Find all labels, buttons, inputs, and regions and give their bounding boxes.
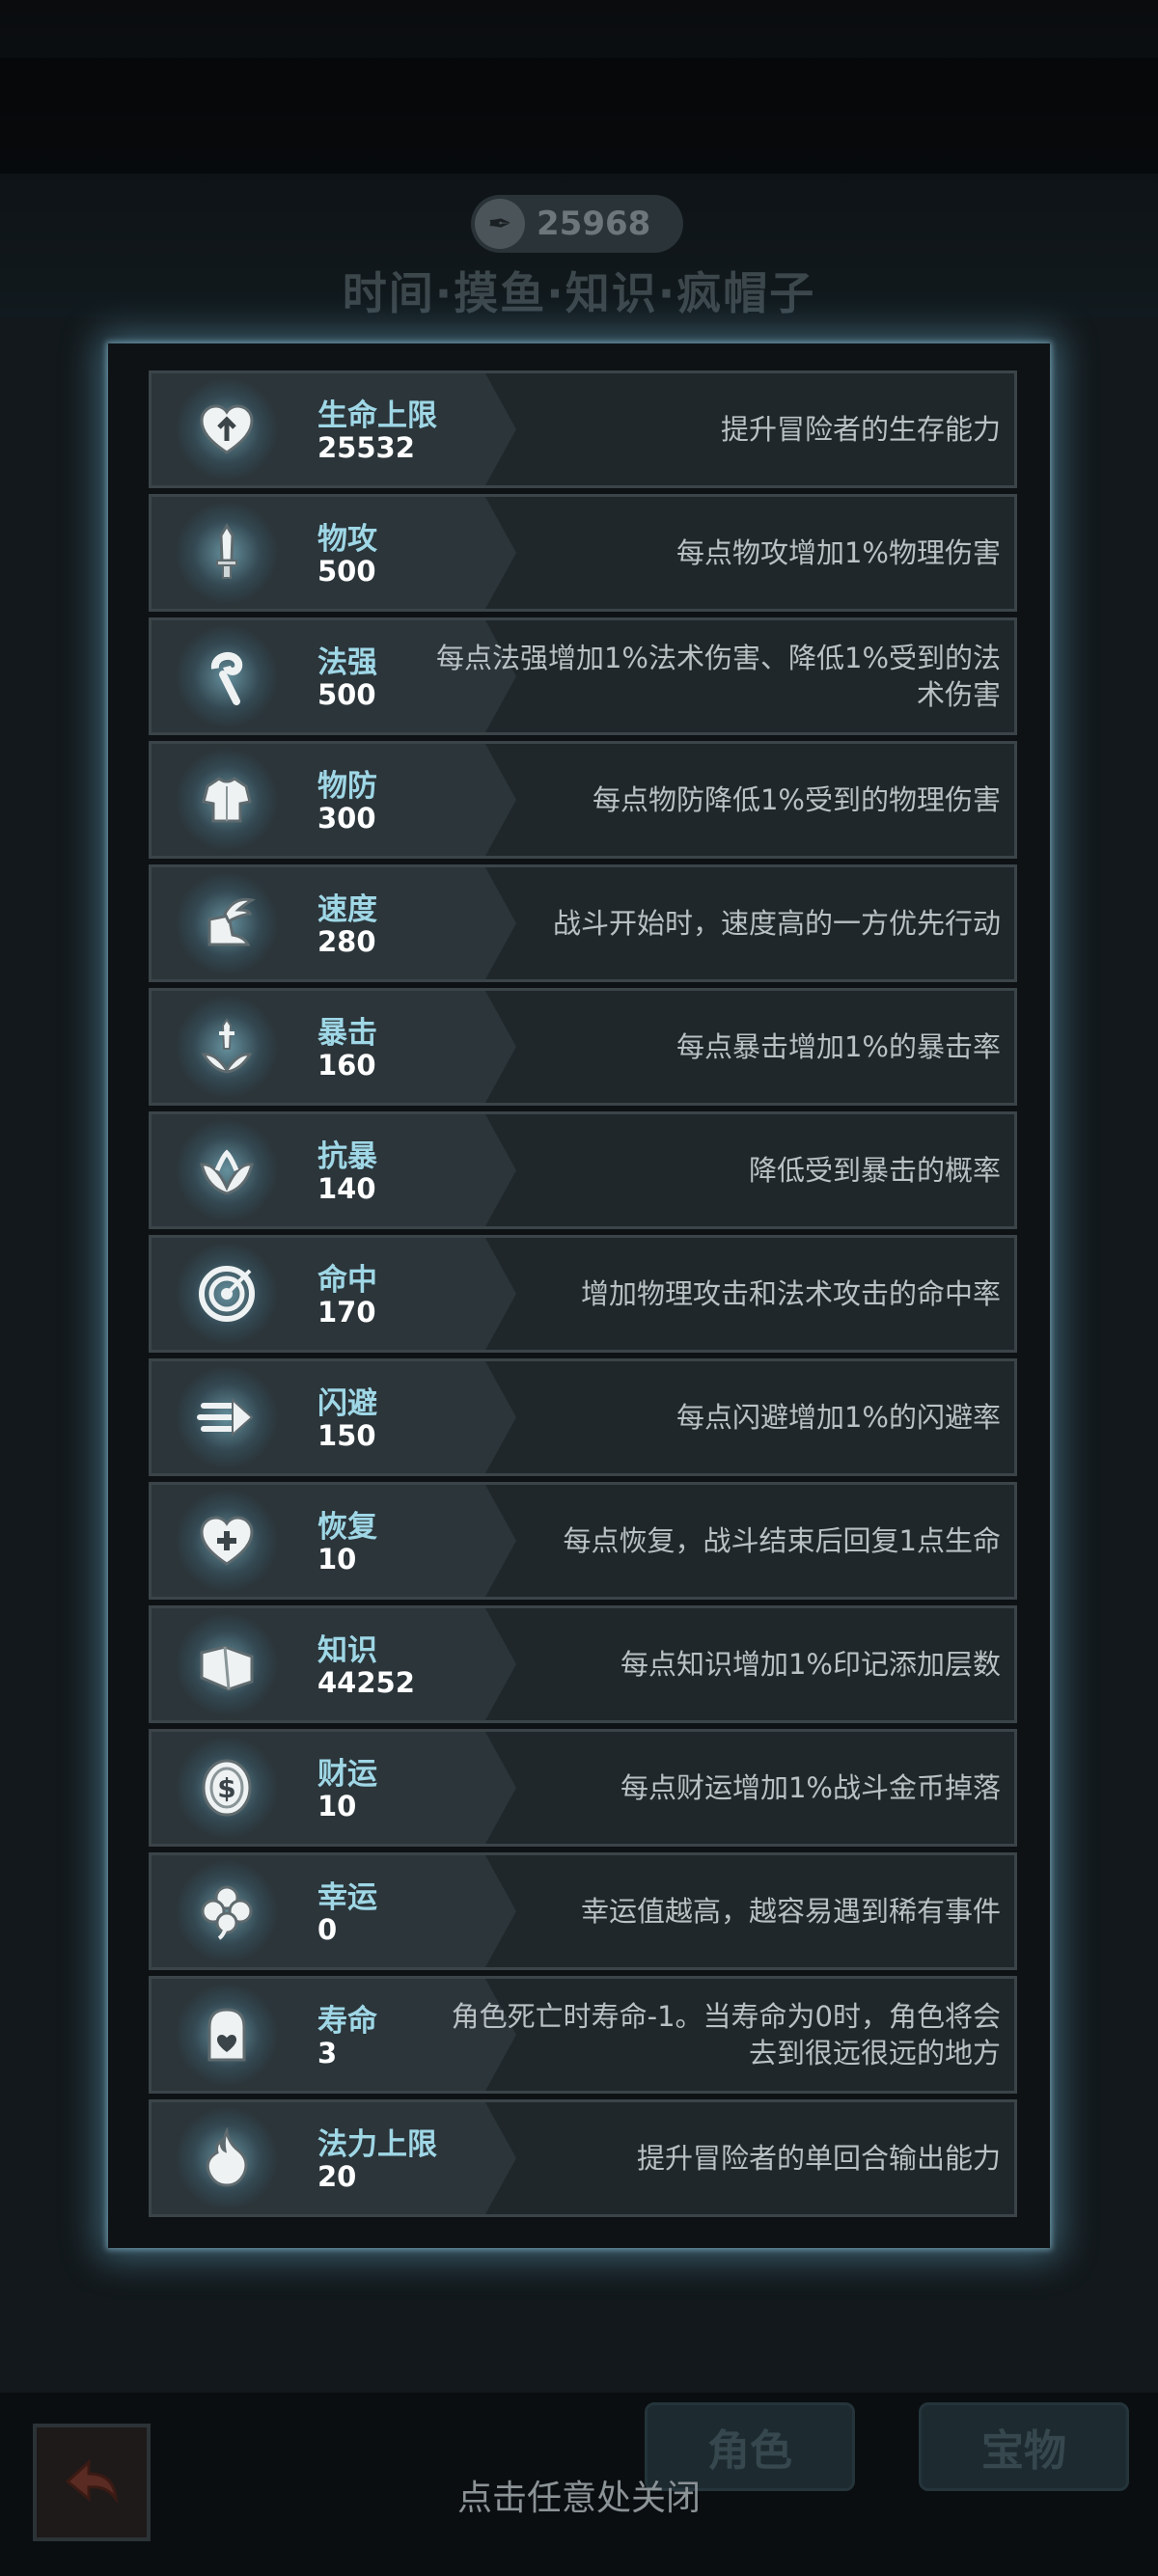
stat-description: 每点财运增加1%战斗金币掉落: [620, 1771, 1001, 1804]
stat-description: 角色死亡时寿命-1。当寿命为0时，角色将会去到很远很远的地方: [451, 2000, 1001, 2069]
stat-row: 寿命 3 角色死亡时寿命-1。当寿命为0时，角色将会去到很远很远的地方: [149, 1976, 1017, 2094]
stat-name: 法强: [317, 645, 377, 680]
stat-name: 物攻: [317, 522, 377, 557]
stat-name: 寿命: [317, 2004, 377, 2039]
stat-value: 140: [317, 1172, 376, 1205]
stat-description: 提升冒险者的单回合输出能力: [636, 2142, 1001, 2175]
tombstone-icon: [207, 2008, 246, 2062]
stat-row: 幸运 0 幸运值越高，越容易遇到稀有事件: [149, 1852, 1017, 1970]
stat-row: 物攻 500 每点物攻增加1%物理伤害: [149, 494, 1017, 612]
stat-name: 抗暴: [317, 1139, 377, 1174]
character-title: 时间·摸鱼·知识·疯帽子: [342, 267, 816, 319]
stat-name: 物防: [317, 769, 377, 804]
stat-value: 0: [317, 1913, 338, 1946]
sword-burst-icon: [175, 995, 279, 1099]
stats-list: 生命上限 25532 提升冒险者的生存能力 物攻 500 每点物攻增加1%物理伤…: [149, 370, 1017, 2223]
stat-description: 每点物防降低1%受到的物理伤害: [592, 783, 1001, 816]
stat-row: 恢复 10 每点恢复，战斗结束后回复1点生命: [149, 1482, 1017, 1600]
stat-value: 25532: [317, 431, 415, 464]
coin-dollar-icon: $: [202, 1759, 252, 1817]
stat-name: 命中: [317, 1263, 377, 1298]
stat-name: 闪避: [317, 1386, 377, 1421]
stat-description: 每点物攻增加1%物理伤害: [676, 536, 1001, 569]
heart-arrow-icon: [200, 404, 254, 454]
stat-value: 150: [317, 1419, 376, 1452]
dagger-icon: [175, 501, 279, 605]
stat-name: 速度: [317, 892, 377, 927]
stat-row: 生命上限 25532 提升冒险者的生存能力: [149, 370, 1017, 488]
stats-panel: 生命上限 25532 提升冒险者的生存能力 物攻 500 每点物攻增加1%物理伤…: [108, 343, 1050, 2248]
clover-icon: [175, 1859, 279, 1963]
stat-row: 物防 300 每点物防降低1%受到的物理伤害: [149, 741, 1017, 859]
stat-description: 幸运值越高，越容易遇到稀有事件: [580, 1895, 1001, 1928]
stat-description: 每点法强增加1%法术伤害、降低1%受到的法术伤害: [435, 642, 1001, 711]
dagger-icon: [216, 523, 237, 579]
coin-dollar-icon: $: [175, 1736, 279, 1840]
stat-row: 法强 500 每点法强增加1%法术伤害、降低1%受到的法术伤害: [149, 617, 1017, 735]
stat-description: 每点恢复，战斗结束后回复1点生命: [563, 1524, 1001, 1557]
stat-name: 幸运: [317, 1880, 377, 1915]
currency-value: 25968: [537, 205, 651, 243]
quill-coin-icon: ✒: [475, 199, 525, 249]
stat-value: 160: [317, 1049, 376, 1082]
dash-arrow-icon: [197, 1397, 254, 1438]
stat-description: 提升冒险者的生存能力: [720, 413, 1001, 446]
stat-row: 知识 44252 每点知识增加1%印记添加层数: [149, 1605, 1017, 1723]
book-icon: [175, 1612, 279, 1716]
mana-drop-icon: [175, 2106, 279, 2210]
heart-plus-icon: [200, 1516, 254, 1566]
stat-name: 财运: [317, 1757, 377, 1792]
staff-icon: [175, 624, 279, 728]
stat-description: 每点闪避增加1%的闪避率: [676, 1401, 1001, 1434]
svg-text:$: $: [217, 1772, 235, 1804]
clover-icon: [201, 1885, 253, 1940]
stat-value: 280: [317, 925, 376, 958]
currency-display: ✒ 25968: [471, 195, 683, 253]
stat-name: 知识: [317, 1633, 377, 1668]
heart-arrow-icon: [175, 377, 279, 481]
stat-description: 每点知识增加1%印记添加层数: [620, 1648, 1001, 1681]
mana-drop-icon: [206, 2127, 248, 2187]
stat-value: 44252: [317, 1666, 415, 1699]
stat-value: 10: [317, 1790, 357, 1822]
stat-row: 暴击 160 每点暴击增加1%的暴击率: [149, 988, 1017, 1106]
winged-boot-icon: [175, 871, 279, 975]
stat-value: 170: [317, 1296, 376, 1329]
stat-value: 300: [317, 802, 376, 835]
stat-name: 暴击: [317, 1016, 377, 1051]
stat-name: 法力上限: [317, 2127, 437, 2162]
stat-value: 500: [317, 678, 376, 711]
stat-name: 恢复: [317, 1510, 377, 1545]
stat-row: 闪避 150 每点闪避增加1%的闪避率: [149, 1358, 1017, 1476]
stat-description: 增加物理攻击和法术攻击的命中率: [580, 1277, 1001, 1310]
background-top-bar: [0, 58, 1158, 174]
book-icon: [200, 1645, 254, 1691]
stat-name: 生命上限: [317, 398, 437, 433]
stat-row: 抗暴 140 降低受到暴击的概率: [149, 1111, 1017, 1229]
stat-description: 每点暴击增加1%的暴击率: [676, 1030, 1001, 1063]
stat-row: $ 财运 10 每点财运增加1%战斗金币掉落: [149, 1729, 1017, 1847]
stat-row: 命中 170 增加物理攻击和法术攻击的命中率: [149, 1235, 1017, 1353]
stat-description: 降低受到暴击的概率: [748, 1154, 1001, 1187]
stat-description: 战斗开始时，速度高的一方优先行动: [552, 907, 1001, 940]
sword-burst-icon: [201, 1018, 253, 1074]
winged-boot-icon: [207, 897, 256, 946]
tombstone-icon: [175, 1983, 279, 2087]
stat-value: 20: [317, 2160, 357, 2193]
shield-burst-icon: [175, 1118, 279, 1222]
target-icon: [175, 1242, 279, 1346]
stat-value: 3: [317, 2037, 338, 2069]
armor-icon: [202, 777, 252, 823]
stat-value: 500: [317, 555, 376, 588]
close-hint[interactable]: 点击任意处关闭: [0, 2470, 1158, 2520]
stat-row: 速度 280 战斗开始时，速度高的一方优先行动: [149, 864, 1017, 982]
armor-icon: [175, 748, 279, 852]
stat-value: 10: [317, 1543, 357, 1576]
heart-plus-icon: [175, 1489, 279, 1593]
target-icon: [199, 1266, 255, 1322]
stat-row: 法力上限 20 提升冒险者的单回合输出能力: [149, 2099, 1017, 2217]
shield-burst-icon: [200, 1149, 254, 1195]
staff-icon: [211, 651, 243, 705]
dash-arrow-icon: [175, 1365, 279, 1469]
